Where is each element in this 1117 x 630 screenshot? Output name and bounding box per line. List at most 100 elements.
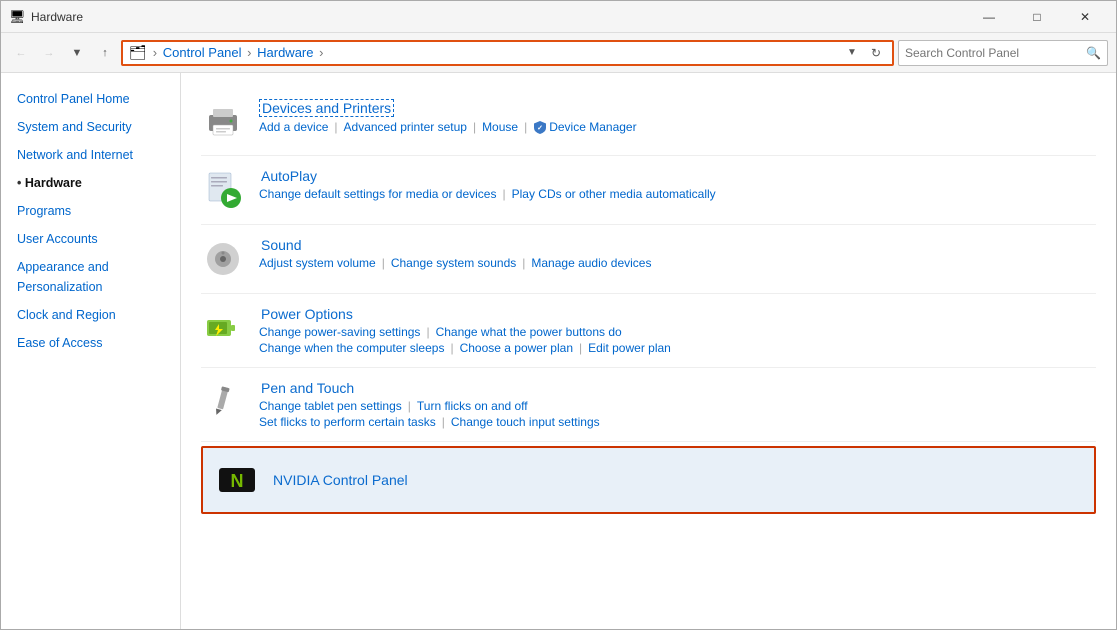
turn-flicks-link[interactable]: Turn flicks on and off [417, 399, 528, 413]
nvidia-title: NVIDIA Control Panel [273, 472, 408, 488]
adjust-volume-link[interactable]: Adjust system volume [259, 256, 376, 270]
advanced-printer-link[interactable]: Advanced printer setup [344, 120, 467, 134]
sep6: | [522, 256, 525, 270]
devices-printers-content: Devices and Printers Add a device | Adva… [259, 99, 1096, 134]
play-cds-link[interactable]: Play CDs or other media automatically [512, 187, 716, 201]
pen-touch-links-row1: Change tablet pen settings | Turn flicks… [259, 399, 1096, 413]
title-bar-left: 🖥 Hardware [9, 9, 83, 25]
sep9: | [579, 341, 582, 355]
address-sep3: › [319, 45, 323, 60]
address-path: › Control Panel › Hardware › [151, 45, 838, 60]
sep5: | [382, 256, 385, 270]
pen-touch-icon [201, 380, 245, 424]
sound-icon [201, 237, 245, 281]
autoplay-links: Change default settings for media or dev… [259, 187, 1096, 201]
svg-text:✓: ✓ [537, 125, 543, 132]
sidebar-item-system-security[interactable]: System and Security [1, 113, 180, 141]
edit-power-plan-link[interactable]: Edit power plan [588, 341, 671, 355]
main-panel: Devices and Printers Add a device | Adva… [181, 73, 1116, 629]
change-sounds-link[interactable]: Change system sounds [391, 256, 516, 270]
sound-content: Sound Adjust system volume | Change syst… [259, 237, 1096, 270]
sidebar-item-appearance[interactable]: Appearance and Personalization [1, 253, 180, 301]
devices-printers-links: Add a device | Advanced printer setup | … [259, 120, 1096, 134]
category-sound: Sound Adjust system volume | Change syst… [201, 225, 1096, 294]
computer-sleeps-link[interactable]: Change when the computer sleeps [259, 341, 444, 355]
sidebar-item-network-internet[interactable]: Network and Internet [1, 141, 180, 169]
touch-input-link[interactable]: Change touch input settings [451, 415, 600, 429]
svg-text:N: N [231, 471, 244, 491]
address-hardware[interactable]: Hardware [257, 45, 313, 60]
sidebar-item-programs[interactable]: Programs [1, 197, 180, 225]
window-icon: 🖥 [9, 9, 25, 25]
sound-title[interactable]: Sound [259, 237, 303, 253]
sep11: | [442, 415, 445, 429]
manage-audio-link[interactable]: Manage audio devices [531, 256, 651, 270]
address-sep2: › [247, 45, 251, 60]
change-default-link[interactable]: Change default settings for media or dev… [259, 187, 496, 201]
sep1: | [334, 120, 337, 134]
power-links-row1: Change power-saving settings | Change wh… [259, 325, 1096, 339]
tablet-pen-link[interactable]: Change tablet pen settings [259, 399, 402, 413]
mouse-link[interactable]: Mouse [482, 120, 518, 134]
restore-button[interactable]: □ [1014, 1, 1060, 33]
add-device-link[interactable]: Add a device [259, 120, 328, 134]
pen-touch-title[interactable]: Pen and Touch [259, 380, 356, 396]
nvidia-icon: N [215, 458, 259, 502]
sidebar: Control Panel Home System and Security N… [1, 73, 181, 629]
power-content: Power Options Change power-saving settin… [259, 306, 1096, 355]
sidebar-item-hardware[interactable]: Hardware [1, 169, 180, 197]
category-power: Power Options Change power-saving settin… [201, 294, 1096, 368]
device-manager-link[interactable]: Device Manager [549, 120, 636, 134]
title-controls: — □ ✕ [966, 1, 1108, 33]
address-refresh-button[interactable]: ↻ [866, 43, 886, 63]
sep2: | [473, 120, 476, 134]
power-title[interactable]: Power Options [259, 306, 355, 322]
minimize-button[interactable]: — [966, 1, 1012, 33]
power-links-row2: Change when the computer sleeps | Choose… [259, 341, 1096, 355]
search-box: 🔍 [898, 40, 1108, 66]
address-sep1: › [153, 45, 157, 60]
window-title: Hardware [31, 10, 83, 24]
up-button[interactable]: ↑ [93, 41, 117, 65]
sidebar-item-user-accounts[interactable]: User Accounts [1, 225, 180, 253]
change-power-saving-link[interactable]: Change power-saving settings [259, 325, 420, 339]
choose-power-plan-link[interactable]: Choose a power plan [460, 341, 573, 355]
dropdown-button[interactable]: ▼ [65, 41, 89, 65]
devices-printers-icon [201, 99, 245, 143]
sep10: | [408, 399, 411, 413]
address-control-panel[interactable]: Control Panel [163, 45, 242, 60]
category-pen-touch: Pen and Touch Change tablet pen settings… [201, 368, 1096, 442]
nav-bar: ← → ▼ ↑ 🗂 › Control Panel › Hardware › ▼… [1, 33, 1116, 73]
search-input[interactable] [905, 46, 1082, 60]
category-autoplay: AutoPlay Change default settings for med… [201, 156, 1096, 225]
sep7: | [426, 325, 429, 339]
category-devices-printers: Devices and Printers Add a device | Adva… [201, 87, 1096, 156]
sep4: | [502, 187, 505, 201]
search-icon: 🔍 [1086, 46, 1101, 60]
sidebar-item-control-panel-home[interactable]: Control Panel Home [1, 85, 180, 113]
address-bar: 🗂 › Control Panel › Hardware › ▼ ↻ [121, 40, 894, 66]
sound-links: Adjust system volume | Change system sou… [259, 256, 1096, 270]
set-flicks-link[interactable]: Set flicks to perform certain tasks [259, 415, 436, 429]
sidebar-item-clock-region[interactable]: Clock and Region [1, 301, 180, 329]
back-button[interactable]: ← [9, 41, 33, 65]
pen-touch-content: Pen and Touch Change tablet pen settings… [259, 380, 1096, 429]
autoplay-title[interactable]: AutoPlay [259, 168, 319, 184]
autoplay-content: AutoPlay Change default settings for med… [259, 168, 1096, 201]
shield-icon: ✓ [533, 120, 547, 134]
address-icon: 🗂 [129, 44, 147, 61]
devices-printers-title[interactable]: Devices and Printers [259, 99, 394, 117]
address-dropdown-button[interactable]: ▼ [842, 43, 862, 63]
sep8: | [450, 341, 453, 355]
forward-button[interactable]: → [37, 41, 61, 65]
sidebar-item-ease-of-access[interactable]: Ease of Access [1, 329, 180, 357]
power-buttons-link[interactable]: Change what the power buttons do [436, 325, 622, 339]
power-icon [201, 306, 245, 350]
content: Control Panel Home System and Security N… [1, 73, 1116, 629]
title-bar: 🖥 Hardware — □ ✕ [1, 1, 1116, 33]
nvidia-row[interactable]: N NVIDIA Control Panel [201, 446, 1096, 514]
sep3: | [524, 120, 527, 134]
autoplay-icon [201, 168, 245, 212]
window: 🖥 Hardware — □ ✕ ← → ▼ ↑ 🗂 › Control Pan… [0, 0, 1117, 630]
close-button[interactable]: ✕ [1062, 1, 1108, 33]
